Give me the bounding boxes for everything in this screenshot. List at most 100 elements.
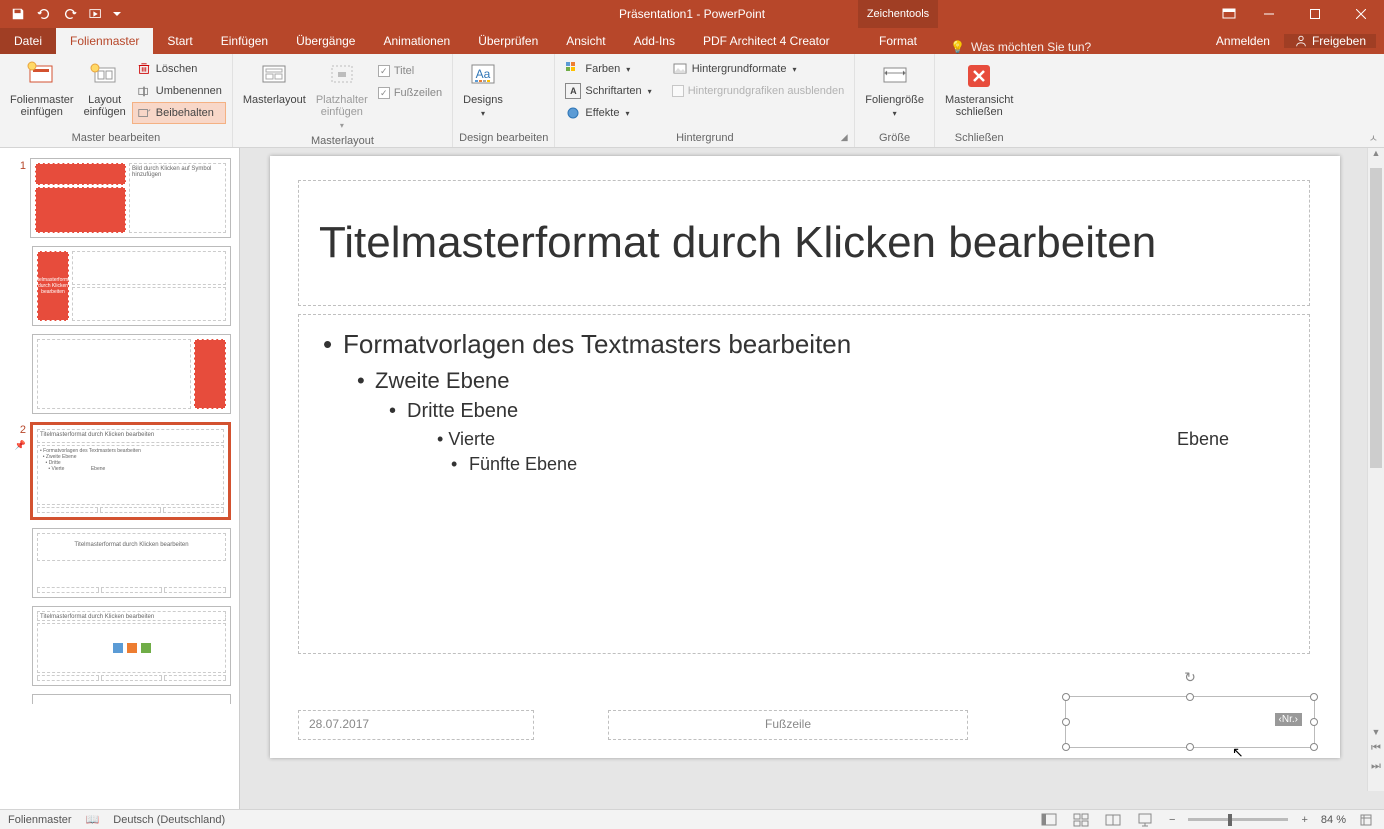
- slide-show-button[interactable]: [1134, 813, 1156, 827]
- layout-thumbnail-active[interactable]: 2📌 Titelmasterformat durch Klicken bearb…: [0, 420, 239, 526]
- tab-home[interactable]: Start: [153, 28, 206, 54]
- maximize-button[interactable]: [1292, 0, 1338, 28]
- insert-layout-button[interactable]: Layout einfügen: [80, 58, 130, 120]
- rename-button[interactable]: Umbenennen: [132, 80, 226, 102]
- resize-handle[interactable]: [1310, 718, 1318, 726]
- layout-thumbnail[interactable]: Titelmasterformat durch Klicken bearbeit…: [0, 604, 239, 692]
- resize-handle[interactable]: [1310, 743, 1318, 751]
- label: Masterlayout: [243, 94, 306, 106]
- insert-slide-master-button[interactable]: Folienmaster einfügen: [6, 58, 78, 120]
- tell-me-search[interactable]: 💡 Was möchten Sie tun?: [950, 40, 1091, 54]
- effects-button[interactable]: Effekte▾: [561, 102, 655, 124]
- status-view-mode[interactable]: Folienmaster: [8, 814, 72, 826]
- next-slide-button[interactable]: ⏭: [1368, 760, 1384, 773]
- zoom-slider-thumb[interactable]: [1228, 814, 1232, 826]
- work-area: 1 Bild durch Klicken auf Symbol hinzufüg…: [0, 148, 1384, 809]
- tab-transitions[interactable]: Übergänge: [282, 28, 369, 54]
- footers-checkbox[interactable]: ✓Fußzeilen: [374, 82, 446, 104]
- date-text: 28.07.2017: [309, 717, 369, 731]
- slide-size-icon: [879, 60, 911, 92]
- colors-button[interactable]: Farben▾: [561, 58, 655, 80]
- label: Löschen: [156, 63, 198, 75]
- master-layout-button[interactable]: Masterlayout: [239, 58, 310, 108]
- normal-view-button[interactable]: [1038, 813, 1060, 827]
- tab-pdf-architect[interactable]: PDF Architect 4 Creator: [689, 28, 844, 54]
- close-master-view-button[interactable]: Masteransicht schließen: [941, 58, 1017, 120]
- tab-slide-master[interactable]: Folienmaster: [56, 28, 153, 54]
- thumb-slide: Titelmasterformat durch Klicken bearbeit…: [32, 246, 231, 326]
- window-title: Präsentation1 - PowerPoint: [619, 7, 765, 21]
- fonts-button[interactable]: ASchriftarten▾: [561, 80, 655, 102]
- reading-view-button[interactable]: [1102, 813, 1124, 827]
- rename-icon: [136, 83, 152, 99]
- title-placeholder[interactable]: Titelmasterformat durch Klicken bearbeit…: [298, 180, 1310, 306]
- tab-file[interactable]: Datei: [0, 28, 56, 54]
- status-language[interactable]: Deutsch (Deutschland): [113, 814, 225, 826]
- spell-check-icon[interactable]: 📖: [86, 813, 100, 826]
- tab-view[interactable]: Ansicht: [552, 28, 619, 54]
- resize-handle[interactable]: [1310, 693, 1318, 701]
- minimize-button[interactable]: [1246, 0, 1292, 28]
- zoom-slider[interactable]: [1188, 818, 1288, 821]
- tab-animations[interactable]: Animationen: [369, 28, 464, 54]
- checkbox-icon: ✓: [378, 87, 390, 99]
- rotate-handle[interactable]: ↻: [1184, 669, 1196, 686]
- master-thumbnail[interactable]: 1 Bild durch Klicken auf Symbol hinzufüg…: [0, 156, 239, 244]
- resize-handle[interactable]: [1062, 718, 1070, 726]
- tab-format[interactable]: Format: [858, 28, 938, 54]
- thumb-number: 2: [20, 424, 26, 436]
- status-bar: Folienmaster 📖 Deutsch (Deutschland) − +…: [0, 809, 1384, 829]
- thumb-title: Titelmasterformat durch Klicken bearbeit…: [37, 429, 224, 443]
- preserve-button[interactable]: Beibehalten: [132, 102, 226, 124]
- resize-handle[interactable]: [1186, 743, 1194, 751]
- ribbon-display-options-button[interactable]: [1214, 0, 1244, 28]
- background-dialog-launcher[interactable]: ◢: [837, 130, 851, 144]
- body-text: Zweite Ebene: [375, 368, 510, 393]
- thumb-slide: Titelmasterformat durch Klicken bearbeit…: [32, 528, 231, 598]
- close-button[interactable]: [1338, 0, 1384, 28]
- background-styles-button[interactable]: Hintergrundformate▾: [668, 58, 849, 80]
- footer-placeholder[interactable]: Fußzeile: [608, 710, 968, 740]
- redo-button[interactable]: [58, 3, 82, 25]
- start-from-beginning-button[interactable]: [84, 3, 108, 25]
- slide-number-placeholder[interactable]: ↻ ‹Nr.›: [1070, 701, 1310, 743]
- tab-review[interactable]: Überprüfen: [464, 28, 552, 54]
- tab-insert[interactable]: Einfügen: [207, 28, 282, 54]
- zoom-in-button[interactable]: +: [1298, 814, 1310, 826]
- sign-in-button[interactable]: Anmelden: [1206, 28, 1280, 54]
- slide-sorter-view-button[interactable]: [1070, 813, 1092, 827]
- scrollbar-thumb[interactable]: [1370, 168, 1382, 468]
- qat-customize-button[interactable]: [110, 3, 124, 25]
- label: Hintergrundgrafiken ausblenden: [688, 85, 845, 97]
- body-placeholder[interactable]: Formatvorlagen des Textmasters bearbeite…: [298, 314, 1310, 654]
- title-checkbox[interactable]: ✓Titel: [374, 60, 446, 82]
- thumb-content: [72, 287, 226, 321]
- save-button[interactable]: [6, 3, 30, 25]
- share-button[interactable]: Freigeben: [1284, 34, 1376, 48]
- label: Beibehalten: [156, 107, 214, 119]
- layout-thumbnail[interactable]: [0, 332, 239, 420]
- layout-thumbnail[interactable]: Titelmasterformat durch Klicken bearbeit…: [0, 526, 239, 604]
- zoom-level[interactable]: 84 %: [1321, 814, 1346, 826]
- collapse-ribbon-button[interactable]: ㅅ: [1369, 130, 1378, 145]
- effects-icon: [565, 105, 581, 121]
- prev-slide-button[interactable]: ⏮: [1368, 742, 1384, 755]
- themes-button[interactable]: Aa Designs ▾: [459, 58, 507, 122]
- slide-canvas-area[interactable]: Titelmasterformat durch Klicken bearbeit…: [240, 148, 1384, 809]
- resize-handle[interactable]: [1062, 693, 1070, 701]
- slide-size-button[interactable]: Foliengröße ▾: [861, 58, 928, 122]
- delete-button[interactable]: Löschen: [132, 58, 226, 80]
- fit-to-window-button[interactable]: [1356, 813, 1376, 827]
- resize-handle[interactable]: [1186, 693, 1194, 701]
- undo-button[interactable]: [32, 3, 56, 25]
- zoom-out-button[interactable]: −: [1166, 814, 1178, 826]
- thumbnail-panel[interactable]: 1 Bild durch Klicken auf Symbol hinzufüg…: [0, 148, 240, 809]
- close-icon: [963, 60, 995, 92]
- layout-thumbnail[interactable]: Titelmasterformat durch Klicken bearbeit…: [0, 244, 239, 332]
- vertical-scrollbar[interactable]: ▲ ▼ ⏮ ⏭: [1367, 148, 1384, 791]
- tab-addins[interactable]: Add-Ins: [620, 28, 689, 54]
- resize-handle[interactable]: [1062, 743, 1070, 751]
- placeholder-icon: [326, 60, 358, 92]
- layout-thumbnail[interactable]: [0, 692, 239, 710]
- date-placeholder[interactable]: 28.07.2017: [298, 710, 534, 740]
